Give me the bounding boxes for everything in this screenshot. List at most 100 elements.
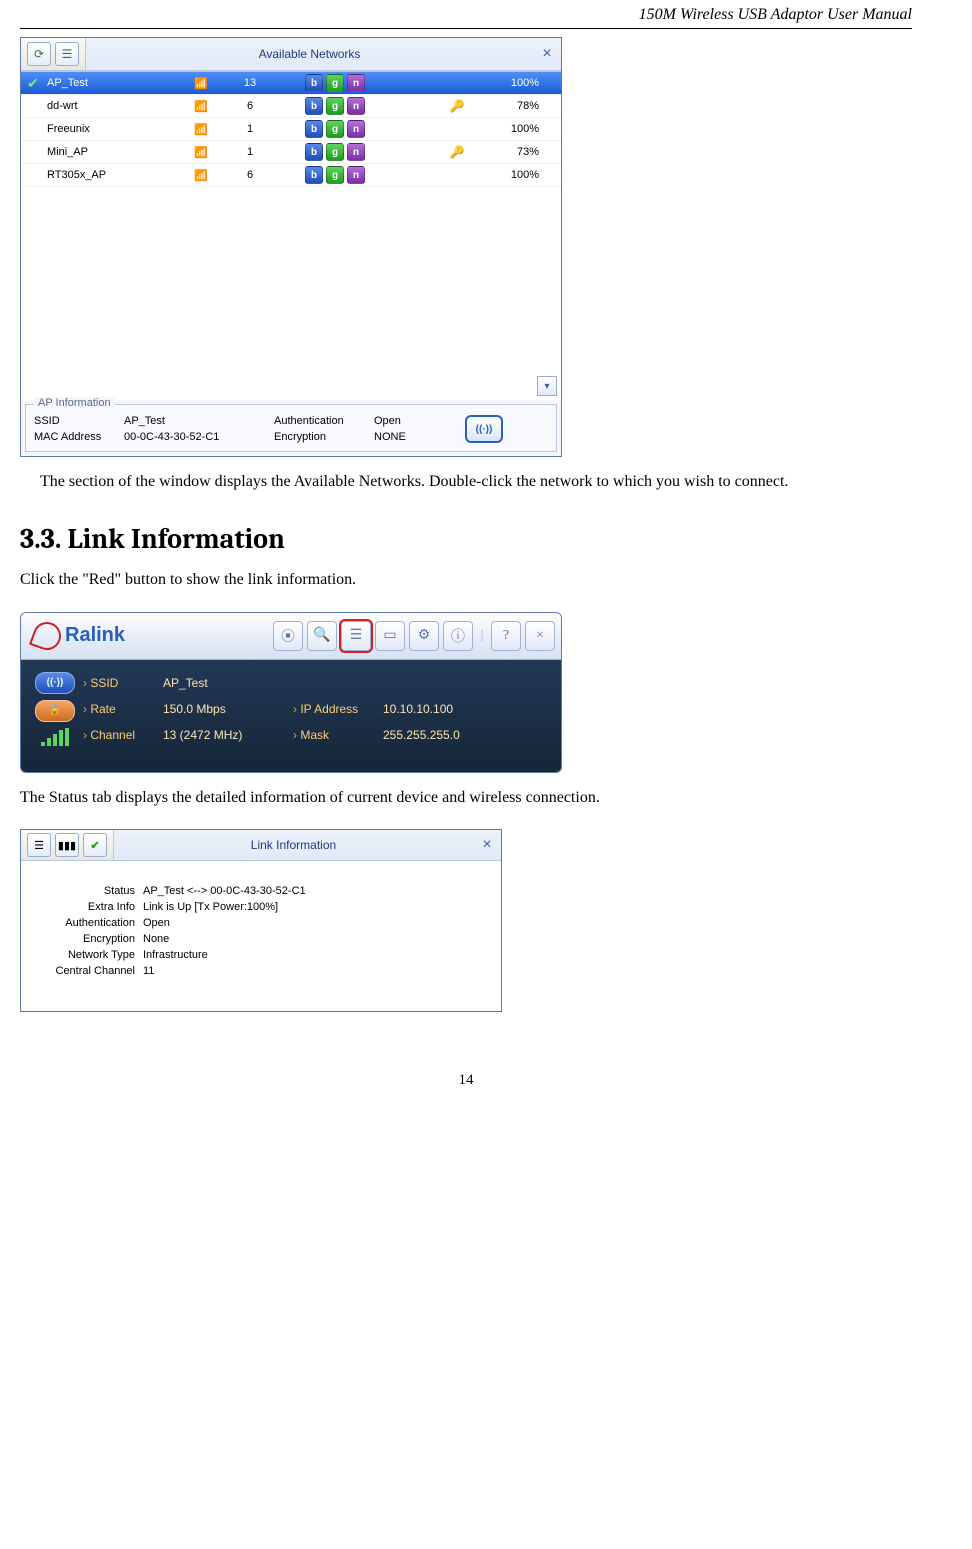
badge-b-icon: b [305, 97, 323, 115]
label-rate: Rate [83, 702, 163, 716]
status-tab-icon[interactable]: ☰ [27, 833, 51, 857]
antenna-icon: 📶 [187, 146, 215, 159]
label-ssid: SSID [34, 415, 124, 427]
value-network-type: Infrastructure [143, 949, 489, 961]
window-title: Available Networks [86, 47, 533, 61]
network-name: Mini_AP [45, 146, 187, 158]
value-extra-info: Link is Up [Tx Power:100%] [143, 901, 489, 913]
value-mac: 00-0C-43-30-52-C1 [124, 431, 274, 443]
search-icon[interactable]: 🔍 [307, 621, 337, 651]
value-status: AP_Test <--> 00-0C-43-30-52-C1 [143, 885, 489, 897]
badge-b-icon: b [305, 143, 323, 161]
refresh-icon[interactable]: ⟳ [27, 42, 51, 66]
network-row[interactable]: dd-wrt 📶 6 b g n 🔑 78% [21, 95, 561, 118]
close-icon[interactable]: × [533, 45, 561, 63]
window-titlebar: ⟳ ☰ Available Networks × [21, 38, 561, 71]
value-rate: 150.0 Mbps [163, 702, 293, 716]
connect-button[interactable] [454, 415, 514, 443]
mode-badges: b g n [285, 97, 445, 115]
wifi-status-icon: ((·)) [35, 672, 75, 694]
badge-g-icon: g [326, 120, 344, 138]
badge-b-icon: b [305, 74, 323, 92]
badge-n-icon: n [347, 143, 365, 161]
value-ssid: AP_Test [124, 415, 274, 427]
signal-bars-icon [41, 728, 69, 746]
badge-n-icon: n [347, 120, 365, 138]
link-summary-grid: SSID AP_Test Rate 150.0 Mbps IP Address … [83, 670, 549, 758]
status-icons: ((·)) 🔓 [27, 670, 83, 758]
titlebar-toolbar: ⟳ ☰ [21, 38, 86, 70]
label-auth: Authentication [274, 415, 374, 427]
ap-information-box: AP Information SSID AP_Test Authenticati… [25, 404, 557, 452]
network-channel: 13 [215, 77, 285, 89]
body-paragraph: Click the "Red" button to show the link … [20, 569, 912, 591]
ralink-logo: Ralink [21, 622, 137, 650]
ralink-swoosh-icon [29, 618, 65, 654]
ap-info-legend: AP Information [34, 397, 115, 409]
badge-b-icon: b [305, 166, 323, 184]
window-titlebar: ☰ ▮▮▮ ✔ Link Information × [21, 830, 501, 861]
check-icon: ✔ [21, 75, 45, 92]
section-heading: 3.3. Link Information [20, 523, 912, 555]
label-mask: Mask [293, 728, 383, 742]
close-icon[interactable]: × [473, 836, 501, 854]
signal-percent: 78% [469, 100, 557, 112]
scroll-down-icon[interactable]: ▾ [537, 376, 557, 396]
link-info-button[interactable]: ☰ [341, 621, 371, 651]
link-information-window: ☰ ▮▮▮ ✔ Link Information × Status AP_Tes… [20, 829, 502, 1012]
label-ip: IP Address [293, 702, 383, 716]
network-row[interactable]: Mini_AP 📶 1 b g n 🔑 73% [21, 141, 561, 164]
signal-percent: 100% [469, 77, 557, 89]
network-row[interactable]: RT305x_AP 📶 6 b g n 100% [21, 164, 561, 187]
value-enc: None [143, 933, 489, 945]
badge-b-icon: b [305, 120, 323, 138]
value-ssid: AP_Test [163, 676, 293, 690]
value-ip: 10.10.10.100 [383, 702, 503, 716]
value-central-channel: 11 [143, 965, 489, 977]
network-name: AP_Test [45, 77, 187, 89]
network-row[interactable]: Freeunix 📶 1 b g n 100% [21, 118, 561, 141]
value-auth: Open [374, 415, 454, 427]
network-row[interactable]: ✔ AP_Test 📶 13 b g n 100% [21, 72, 561, 95]
antenna-icon [465, 415, 503, 443]
label-status: Status [33, 885, 143, 897]
mode-badges: b g n [285, 166, 445, 184]
body-paragraph: The Status tab displays the detailed inf… [20, 787, 912, 809]
antenna-icon: 📶 [187, 100, 215, 113]
body-paragraph: The section of the window displays the A… [20, 471, 912, 493]
badge-g-icon: g [326, 97, 344, 115]
list-icon[interactable]: ☰ [55, 42, 79, 66]
badge-n-icon: n [347, 97, 365, 115]
label-ssid: SSID [83, 676, 163, 690]
help-icon[interactable]: ? [491, 621, 521, 651]
separator: | [477, 622, 487, 650]
label-central-channel: Central Channel [33, 965, 143, 977]
value-mask: 255.255.255.0 [383, 728, 503, 742]
network-name: dd-wrt [45, 100, 187, 112]
stats-tab-icon[interactable]: ✔ [83, 833, 107, 857]
profile-icon[interactable]: ▭ [375, 621, 405, 651]
antenna-icon: 📶 [187, 169, 215, 182]
signal-percent: 73% [469, 146, 557, 158]
advanced-icon[interactable]: ⚙ [409, 621, 439, 651]
signal-percent: 100% [469, 123, 557, 135]
wifi-icon[interactable]: ⦿ [273, 621, 303, 651]
antenna-icon: 📶 [187, 123, 215, 136]
label-channel: Channel [83, 728, 163, 742]
network-channel: 6 [215, 100, 285, 112]
page-number: 14 [20, 1072, 912, 1089]
signal-tab-icon[interactable]: ▮▮▮ [55, 833, 79, 857]
page-header: 150M Wireless USB Adaptor User Manual [20, 0, 912, 29]
network-list: ✔ AP_Test 📶 13 b g n 100% dd-wrt 📶 6 [21, 71, 561, 400]
network-name: Freeunix [45, 123, 187, 135]
about-icon[interactable]: ⓘ [443, 621, 473, 651]
close-icon[interactable]: × [525, 621, 555, 651]
badge-g-icon: g [326, 166, 344, 184]
antenna-icon: 📶 [187, 77, 215, 90]
network-channel: 6 [215, 169, 285, 181]
label-enc: Encryption [33, 933, 143, 945]
security-icon: 🔑 [445, 145, 469, 159]
ralink-logo-text: Ralink [65, 624, 125, 647]
link-info-grid: Status AP_Test <--> 00-0C-43-30-52-C1 Ex… [33, 885, 489, 977]
network-channel: 1 [215, 146, 285, 158]
